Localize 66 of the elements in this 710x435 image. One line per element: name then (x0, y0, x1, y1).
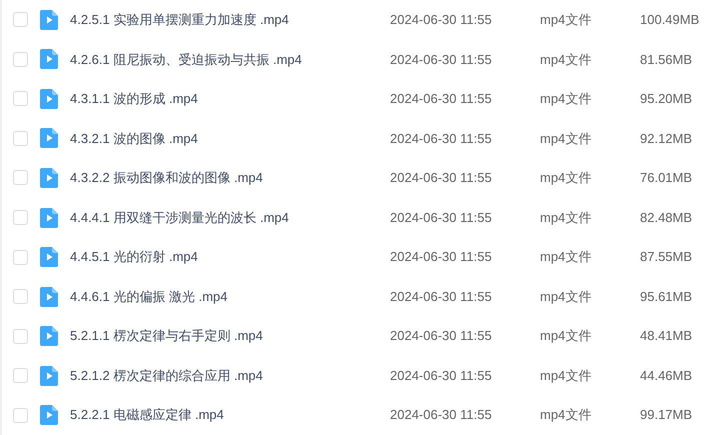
video-file-icon (40, 366, 58, 386)
checkbox[interactable] (13, 408, 28, 423)
video-file-icon (40, 168, 58, 188)
file-type: mp4文件 (540, 208, 592, 227)
file-type: mp4文件 (540, 50, 592, 69)
checkbox[interactable] (13, 210, 28, 225)
file-type: mp4文件 (540, 366, 592, 385)
file-type: mp4文件 (540, 248, 592, 266)
checkbox[interactable] (13, 52, 28, 67)
checkbox[interactable] (13, 12, 28, 28)
video-file-icon (40, 208, 58, 228)
checkbox[interactable] (13, 368, 28, 384)
modified-date: 2024-06-30 11:55 (390, 169, 493, 188)
file-size: 44.46MB (640, 366, 692, 385)
video-file-icon (40, 10, 58, 30)
modified-date: 2024-06-30 11:55 (390, 406, 493, 424)
file-size: 48.41MB (640, 327, 692, 346)
modified-date: 2024-06-30 11:55 (390, 248, 493, 266)
file-name: 4.4.4.1 用双缝干涉测量光的波长 .mp4 (70, 208, 290, 227)
file-size: 95.20MB (640, 90, 692, 108)
file-size: 87.55MB (640, 248, 692, 266)
modified-date: 2024-06-30 11:55 (390, 130, 493, 148)
video-file-icon (40, 286, 58, 307)
file-type: mp4文件 (540, 130, 592, 148)
video-file-icon (40, 247, 58, 268)
checkbox[interactable] (13, 130, 28, 146)
modified-date: 2024-06-30 11:55 (390, 288, 493, 306)
file-type: mp4文件 (540, 288, 592, 306)
modified-date: 2024-06-30 11:55 (390, 208, 493, 227)
file-name: 4.3.2.1 波的图像 .mp4 (70, 130, 199, 148)
checkbox[interactable] (13, 170, 28, 186)
file-name: 4.2.5.1 实验用单摆测重力加速度 .mp4 (70, 11, 290, 30)
file-name: 4.3.2.2 振动图像和波的图像 .mp4 (70, 169, 264, 188)
video-file-icon (40, 128, 58, 148)
modified-date: 2024-06-30 11:55 (390, 327, 493, 346)
file-name: 5.2.1.1 楞次定律与右手定则 .mp4 (70, 327, 264, 346)
file-size: 100.49MB (640, 11, 700, 30)
file-type: mp4文件 (540, 90, 592, 108)
file-size: 92.12MB (640, 130, 692, 148)
video-file-icon (40, 405, 58, 426)
video-file-icon (40, 326, 58, 346)
modified-date: 2024-06-30 11:55 (390, 50, 493, 69)
file-size: 76.01MB (640, 169, 692, 188)
modified-date: 2024-06-30 11:55 (390, 366, 493, 385)
checkbox[interactable] (13, 91, 28, 106)
checkbox[interactable] (13, 250, 28, 265)
file-type: mp4文件 (540, 406, 592, 424)
file-size: 99.17MB (640, 406, 692, 424)
modified-date: 2024-06-30 11:55 (390, 90, 493, 108)
modified-date: 2024-06-30 11:55 (390, 11, 493, 30)
file-name: 4.4.5.1 光的衍射 .mp4 (70, 248, 199, 266)
file-size: 81.56MB (640, 50, 692, 69)
checkbox[interactable] (13, 289, 28, 304)
video-file-icon (40, 88, 58, 109)
file-size: 82.48MB (640, 208, 692, 227)
file-name: 5.2.1.2 楞次定律的综合应用 .mp4 (70, 366, 264, 385)
file-size: 95.61MB (640, 288, 692, 306)
file-type: mp4文件 (540, 169, 592, 188)
video-file-icon (40, 49, 58, 70)
file-type: mp4文件 (540, 327, 592, 346)
file-name: 4.4.6.1 光的偏振 激光 .mp4 (70, 288, 228, 306)
file-type: mp4文件 (540, 11, 592, 30)
file-name: 4.2.6.1 阻尼振动、受迫振动与共振 .mp4 (70, 50, 303, 69)
checkbox[interactable] (13, 328, 28, 344)
file-name: 4.3.1.1 波的形成 .mp4 (70, 90, 199, 108)
file-name: 5.2.2.1 电磁感应定律 .mp4 (70, 406, 225, 424)
